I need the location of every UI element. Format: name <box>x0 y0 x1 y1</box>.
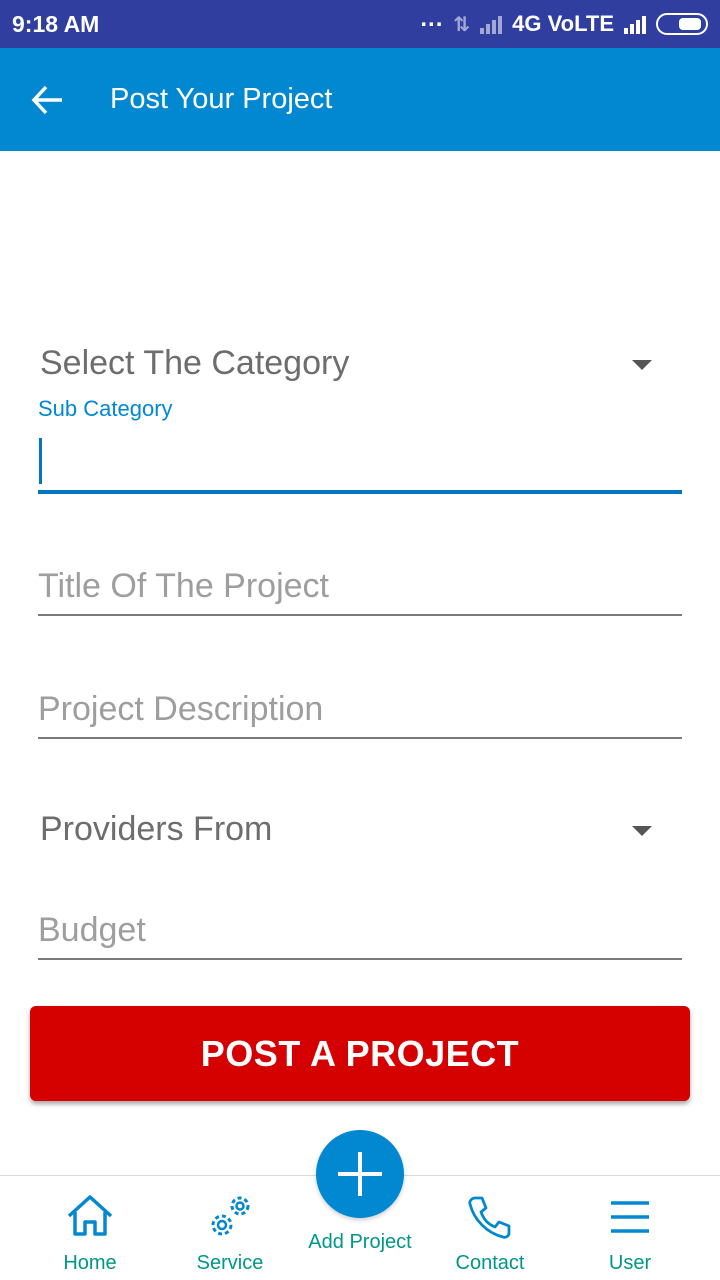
field-underline <box>38 737 682 739</box>
post-project-button[interactable]: POST A PROJECT <box>30 1006 690 1101</box>
app-bar: Post Your Project <box>0 48 720 151</box>
field-underline <box>38 614 682 616</box>
sub-category-label: Sub Category <box>38 396 173 421</box>
menu-icon <box>611 1201 649 1233</box>
category-spinner-label: Select The Category <box>40 344 350 382</box>
budget-input[interactable] <box>38 900 682 960</box>
network-type: 4G VoLTE <box>512 11 614 36</box>
phone-icon <box>468 1196 511 1239</box>
nav-label-service: Service <box>196 1252 264 1274</box>
nav-item-contact[interactable]: Contact <box>420 1176 560 1280</box>
back-arrow-svg <box>31 85 62 115</box>
sub-category-input[interactable] <box>38 436 682 494</box>
nav-label-contact: Contact <box>455 1252 525 1274</box>
nav-label-add-project: Add Project <box>308 1231 412 1253</box>
text-cursor <box>39 438 42 484</box>
field-underline <box>38 958 682 960</box>
nav-item-home[interactable]: Home <box>20 1176 160 1280</box>
battery-icon <box>656 13 708 35</box>
project-description-input[interactable] <box>38 679 682 739</box>
status-indicators: ... ⇅ 4G VoLTE <box>420 5 708 40</box>
category-spinner[interactable]: Select The Category <box>40 334 680 394</box>
signal-sim2-icon <box>624 14 646 34</box>
add-project-button[interactable] <box>316 1130 404 1218</box>
notification-dots-icon: ... <box>420 5 444 32</box>
dropdown-caret-icon <box>632 360 652 370</box>
providers-spinner[interactable]: Providers From <box>40 800 680 860</box>
nav-label-user: User <box>608 1252 652 1274</box>
nav-label-home: Home <box>63 1252 117 1274</box>
providers-spinner-label: Providers From <box>40 810 273 848</box>
arrow-left-icon[interactable] <box>28 72 84 128</box>
project-title-field[interactable] <box>38 556 682 616</box>
budget-field[interactable] <box>38 900 682 960</box>
project-title-input[interactable] <box>38 556 682 616</box>
field-underline <box>38 490 682 494</box>
data-transfer-icon: ⇅ <box>453 13 471 36</box>
status-time: 9:18 AM <box>12 11 100 37</box>
home-icon <box>67 1195 113 1236</box>
project-description-field[interactable] <box>38 679 682 739</box>
signal-sim1-icon <box>480 14 503 34</box>
page-title: Post Your Project <box>110 83 333 115</box>
gears-icon <box>211 1196 250 1236</box>
plus-icon-vertical <box>358 1152 362 1196</box>
nav-item-service[interactable]: Service <box>160 1176 300 1280</box>
status-bar: 9:18 AM ... ⇅ 4G VoLTE <box>0 0 720 48</box>
dropdown-caret-icon <box>632 826 652 836</box>
nav-item-user[interactable]: User <box>560 1176 700 1280</box>
sub-category-field[interactable] <box>38 436 682 494</box>
